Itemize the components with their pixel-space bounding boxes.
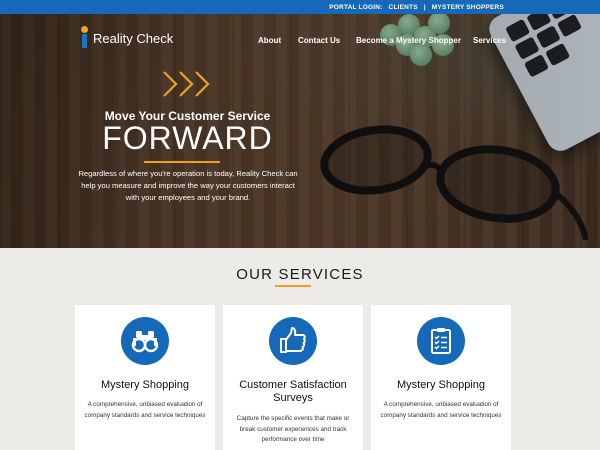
- hero-headline: FORWARD: [102, 120, 273, 156]
- portal-separator: |: [423, 3, 426, 11]
- service-card-title: Mystery Shopping: [100, 379, 190, 391]
- thumbs-up-icon: [269, 317, 317, 365]
- service-card-text: A comprehensive, unbiased evaluation of …: [84, 401, 206, 419]
- main-nav: About Contact Us Become a Mystery Shoppe…: [0, 36, 600, 48]
- service-card-customer-satisfaction-surveys[interactable]: Customer Satisfaction Surveys Capture th…: [223, 305, 363, 450]
- service-card-text: A comprehensive, unbiased evaluation of …: [380, 401, 502, 419]
- hero-description: Regardless of where you're operation is …: [78, 169, 298, 203]
- nav-about[interactable]: About: [258, 36, 281, 45]
- portal-login-label: PORTAL LOGIN:: [329, 3, 383, 11]
- service-card-title: Customer Satisfaction Surveys: [239, 379, 347, 404]
- portal-login-bar: PORTAL LOGIN: CLIENTS | MYSTERY SHOPPERS: [0, 0, 600, 14]
- hero-divider: [144, 161, 220, 163]
- portal-mystery-shoppers-link[interactable]: MYSTERY SHOPPERS: [432, 4, 504, 11]
- clipboard-checklist-icon: [417, 317, 465, 365]
- nav-services[interactable]: Services: [473, 36, 506, 45]
- portal-clients-link[interactable]: CLIENTS: [389, 4, 418, 11]
- binoculars-icon: [121, 317, 169, 365]
- service-card-mystery-shopping[interactable]: Mystery Shopping A comprehensive, unbias…: [75, 305, 215, 450]
- service-card-mystery-shopping-2[interactable]: Mystery Shopping A comprehensive, unbias…: [371, 305, 511, 450]
- nav-become-mystery-shopper[interactable]: Become a Mystery Shopper: [356, 36, 461, 45]
- services-title: OUR SERVICES: [236, 266, 364, 283]
- forward-chevrons-icon: [163, 71, 210, 97]
- services-divider: [275, 285, 311, 287]
- nav-contact-us[interactable]: Contact Us: [298, 36, 340, 45]
- service-card-text: Capture the specific events that make or…: [236, 415, 350, 443]
- service-card-title: Mystery Shopping: [396, 379, 486, 391]
